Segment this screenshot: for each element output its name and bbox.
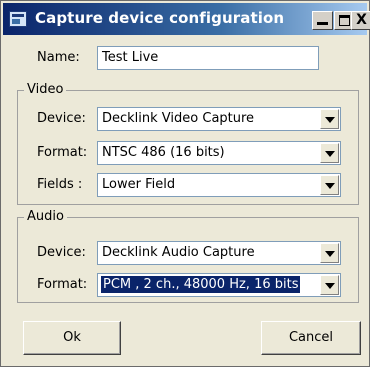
video-fields-value: Lower Field <box>102 177 176 192</box>
chevron-down-icon[interactable] <box>320 175 339 195</box>
video-fields-select[interactable]: Lower Field <box>97 173 341 197</box>
audio-format-select[interactable]: PCM , 2 ch., 48000 Hz, 16 bits <box>97 273 341 297</box>
window-title: Capture device configuration <box>35 9 285 27</box>
audio-format-value: PCM , 2 ch., 48000 Hz, 16 bits <box>101 276 301 293</box>
video-group-title: Video <box>24 82 67 97</box>
chevron-down-icon[interactable] <box>320 275 339 295</box>
video-device-select[interactable]: Decklink Video Capture <box>97 107 341 131</box>
video-fields-label: Fields : <box>37 177 83 192</box>
close-button[interactable]: X <box>351 11 370 30</box>
chevron-down-icon[interactable] <box>320 109 339 129</box>
audio-device-value: Decklink Audio Capture <box>102 245 255 260</box>
title-bar[interactable]: Capture device configuration X <box>3 3 370 35</box>
video-format-select[interactable]: NTSC 486 (16 bits) <box>97 141 341 165</box>
dialog-window: Capture device configuration X Name: Tes… <box>0 0 370 367</box>
video-device-label: Device: <box>37 111 86 126</box>
ok-button[interactable]: Ok <box>23 321 121 355</box>
chevron-down-icon[interactable] <box>320 143 339 163</box>
video-format-value: NTSC 486 (16 bits) <box>102 145 225 160</box>
minimize-button[interactable] <box>312 11 333 30</box>
video-device-value: Decklink Video Capture <box>102 111 255 126</box>
minimize-icon <box>313 12 332 29</box>
cancel-button[interactable]: Cancel <box>261 321 361 355</box>
video-format-label: Format: <box>37 145 88 160</box>
name-label: Name: <box>37 50 80 65</box>
audio-device-select[interactable]: Decklink Audio Capture <box>97 241 341 265</box>
chevron-down-icon[interactable] <box>320 243 339 263</box>
name-input-value: Test Live <box>102 50 159 65</box>
app-window-icon <box>9 11 27 27</box>
close-icon: X <box>356 12 367 28</box>
name-input[interactable]: Test Live <box>97 46 319 70</box>
audio-device-label: Device: <box>37 245 86 260</box>
audio-group-title: Audio <box>24 209 67 224</box>
audio-format-label: Format: <box>37 277 88 292</box>
